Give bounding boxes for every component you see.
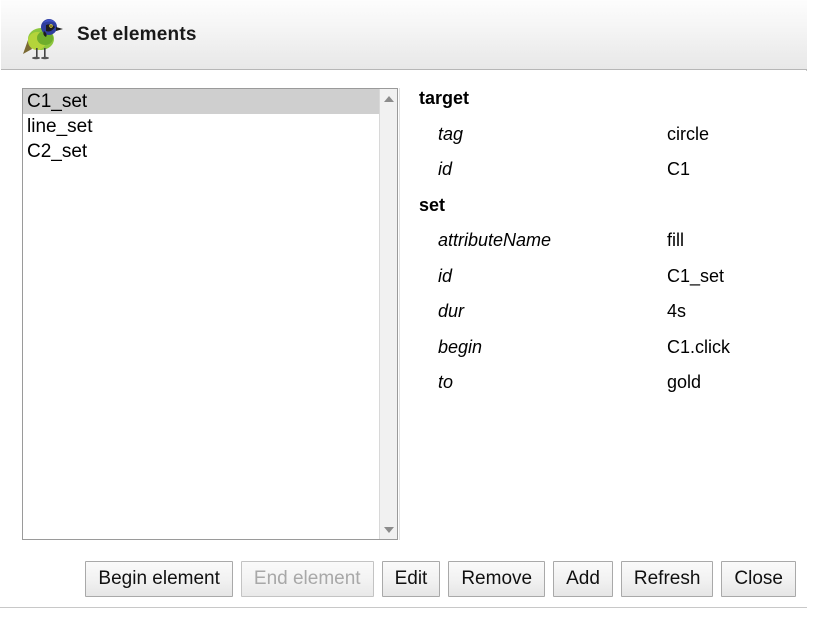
detail-value: C1.click (667, 336, 731, 357)
detail-row-target: target (400, 88, 799, 124)
element-details-panel: target tag circle id C1 set attributeNam… (399, 88, 799, 540)
add-button[interactable]: Add (553, 561, 613, 597)
detail-key: to (438, 372, 454, 392)
detail-key: id (438, 159, 453, 179)
edit-button[interactable]: Edit (381, 561, 441, 597)
listbox-items[interactable]: C1_set line_set C2_set (23, 89, 379, 539)
begin-element-button[interactable]: Begin element (85, 561, 233, 597)
scroll-up-arrow-icon[interactable] (380, 90, 397, 107)
list-item[interactable]: C1_set (23, 89, 379, 114)
detail-key: attributeName (438, 230, 552, 250)
detail-value: gold (667, 372, 702, 392)
close-button[interactable]: Close (721, 561, 796, 597)
green-jay-bird-icon (20, 14, 64, 60)
set-elements-dialog: Set elements C1_set line_set C2_set targ… (0, 0, 807, 608)
detail-key: tag (438, 123, 464, 144)
detail-row-begin: begin C1.click (400, 337, 799, 373)
detail-row-target-id: id C1 (400, 159, 799, 195)
detail-row-tag: tag circle (400, 124, 799, 160)
set-elements-listbox[interactable]: C1_set line_set C2_set (22, 88, 398, 540)
detail-row-set: set (400, 195, 799, 231)
detail-row-dur: dur 4s (400, 301, 799, 337)
remove-button[interactable]: Remove (448, 561, 546, 597)
scroll-down-arrow-icon[interactable] (380, 521, 397, 538)
detail-row-to: to gold (400, 372, 799, 408)
dialog-button-bar: Begin element End element Edit Remove Ad… (1, 559, 807, 599)
refresh-button[interactable]: Refresh (620, 561, 714, 597)
detail-value: circle (667, 123, 710, 144)
listbox-scrollbar[interactable] (379, 89, 397, 539)
end-element-button: End element (240, 561, 374, 597)
detail-value: fill (667, 230, 684, 250)
detail-key: begin (438, 336, 483, 357)
detail-key: dur (438, 301, 465, 321)
dialog-content: C1_set line_set C2_set target tag circle… (1, 71, 807, 607)
detail-value: C1 (667, 159, 691, 179)
detail-value: 4s (667, 301, 687, 321)
list-item[interactable]: line_set (23, 114, 379, 139)
detail-value: C1_set (667, 265, 725, 286)
arrow-down-glyph (383, 526, 394, 533)
detail-key: set (419, 194, 446, 215)
arrow-up-glyph (383, 95, 394, 102)
detail-row-attributename: attributeName fill (400, 230, 799, 266)
dialog-title: Set elements (77, 24, 197, 45)
detail-key: target (419, 88, 470, 108)
dialog-titlebar: Set elements (1, 0, 807, 70)
detail-key: id (438, 265, 453, 286)
detail-row-set-id: id C1_set (400, 266, 799, 302)
list-item[interactable]: C2_set (23, 139, 379, 164)
